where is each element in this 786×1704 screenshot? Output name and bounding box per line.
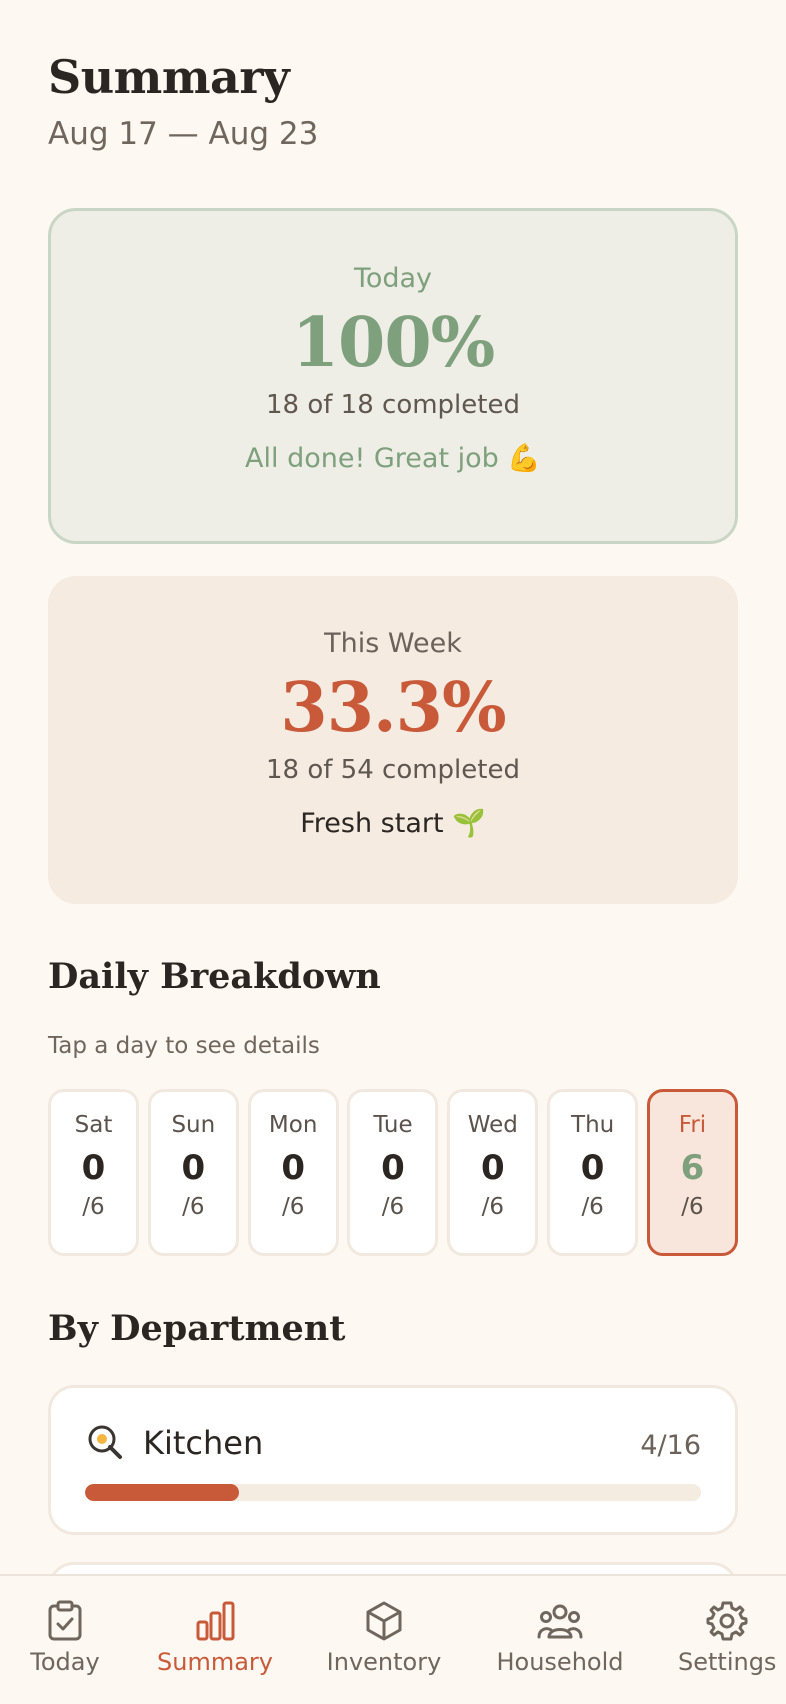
day-total: /6: [82, 1194, 105, 1220]
day-card-wed[interactable]: Wed 0 /6: [447, 1089, 539, 1256]
today-summary-card: Today 100% 18 of 18 completed All done! …: [48, 208, 738, 544]
day-name: Tue: [373, 1112, 413, 1138]
day-count: 6: [680, 1148, 705, 1188]
week-message: Fresh start 🌱: [300, 808, 486, 839]
week-summary-card: This Week 33.3% 18 of 54 completed Fresh…: [48, 576, 738, 904]
day-card-fri[interactable]: Fri 6 /6: [646, 1089, 738, 1256]
day-card-mon[interactable]: Mon 0 /6: [247, 1089, 339, 1256]
daily-breakdown-title: Daily Breakdown: [48, 956, 381, 997]
gear-icon: [706, 1601, 748, 1641]
bottom-tab-bar: Today Summary Inventory Household Settin…: [0, 1574, 786, 1704]
tab-household[interactable]: Household: [494, 1576, 626, 1704]
day-total: /6: [481, 1194, 504, 1220]
page-title: Summary: [48, 50, 290, 104]
summary-screen: Summary Aug 17 — Aug 23 Today 100% 18 of…: [0, 0, 786, 1704]
day-card-sun[interactable]: Sun 0 /6: [147, 1089, 239, 1256]
day-card-sat[interactable]: Sat 0 /6: [48, 1089, 139, 1256]
tab-settings[interactable]: Settings: [678, 1576, 776, 1704]
tab-label: Settings: [678, 1648, 777, 1676]
day-name: Sun: [171, 1112, 216, 1138]
today-count: 18 of 18 completed: [266, 390, 520, 420]
week-percent: 33.3%: [280, 668, 506, 748]
department-progress-bar: [85, 1484, 701, 1501]
department-name: Kitchen: [143, 1424, 264, 1462]
week-label: This Week: [324, 628, 462, 659]
frying-pan-icon: [88, 1425, 122, 1459]
people-icon: [537, 1604, 583, 1639]
tab-label: Summary: [157, 1648, 273, 1676]
day-name: Sat: [74, 1112, 113, 1138]
day-total: /6: [581, 1194, 604, 1220]
department-card-kitchen[interactable]: Kitchen 4/16: [48, 1385, 738, 1535]
tab-label: Today: [30, 1648, 100, 1676]
tab-label: Inventory: [326, 1648, 442, 1676]
day-total: /6: [681, 1194, 704, 1220]
day-count: 0: [480, 1148, 505, 1188]
tab-summary[interactable]: Summary: [152, 1576, 278, 1704]
by-department-title: By Department: [48, 1308, 346, 1349]
day-count: 0: [281, 1148, 305, 1188]
day-card-thu[interactable]: Thu 0 /6: [547, 1089, 639, 1256]
tab-label: Household: [496, 1648, 624, 1676]
bar-chart-icon: [196, 1601, 235, 1641]
day-total: /6: [381, 1194, 405, 1220]
day-count: 0: [81, 1148, 106, 1188]
today-percent: 100%: [291, 303, 496, 383]
date-range: Aug 17 — Aug 23: [48, 116, 319, 152]
day-card-tue[interactable]: Tue 0 /6: [347, 1089, 439, 1256]
box-icon: [366, 1601, 402, 1641]
day-name: Fri: [678, 1112, 707, 1138]
day-count: 0: [381, 1148, 405, 1188]
daily-breakdown-hint: Tap a day to see details: [48, 1033, 320, 1059]
department-progress-fill: [85, 1484, 239, 1501]
tab-inventory[interactable]: Inventory: [326, 1576, 442, 1704]
day-total: /6: [281, 1194, 305, 1220]
day-name: Mon: [268, 1112, 318, 1138]
day-name: Wed: [467, 1112, 518, 1138]
day-name: Thu: [571, 1112, 615, 1138]
day-total: /6: [182, 1194, 205, 1220]
week-count: 18 of 54 completed: [266, 755, 520, 785]
day-selector: Sat 0 /6 Sun 0 /6 Mon 0 /6 Tue 0 /6 Wed …: [48, 1089, 738, 1256]
clipboard-check-icon: [48, 1600, 82, 1641]
tab-today[interactable]: Today: [20, 1576, 110, 1704]
day-count: 0: [181, 1148, 206, 1188]
day-count: 0: [580, 1148, 605, 1188]
today-message: All done! Great job 💪: [245, 443, 541, 474]
today-label: Today: [353, 263, 433, 294]
department-count: 4/16: [640, 1430, 701, 1461]
